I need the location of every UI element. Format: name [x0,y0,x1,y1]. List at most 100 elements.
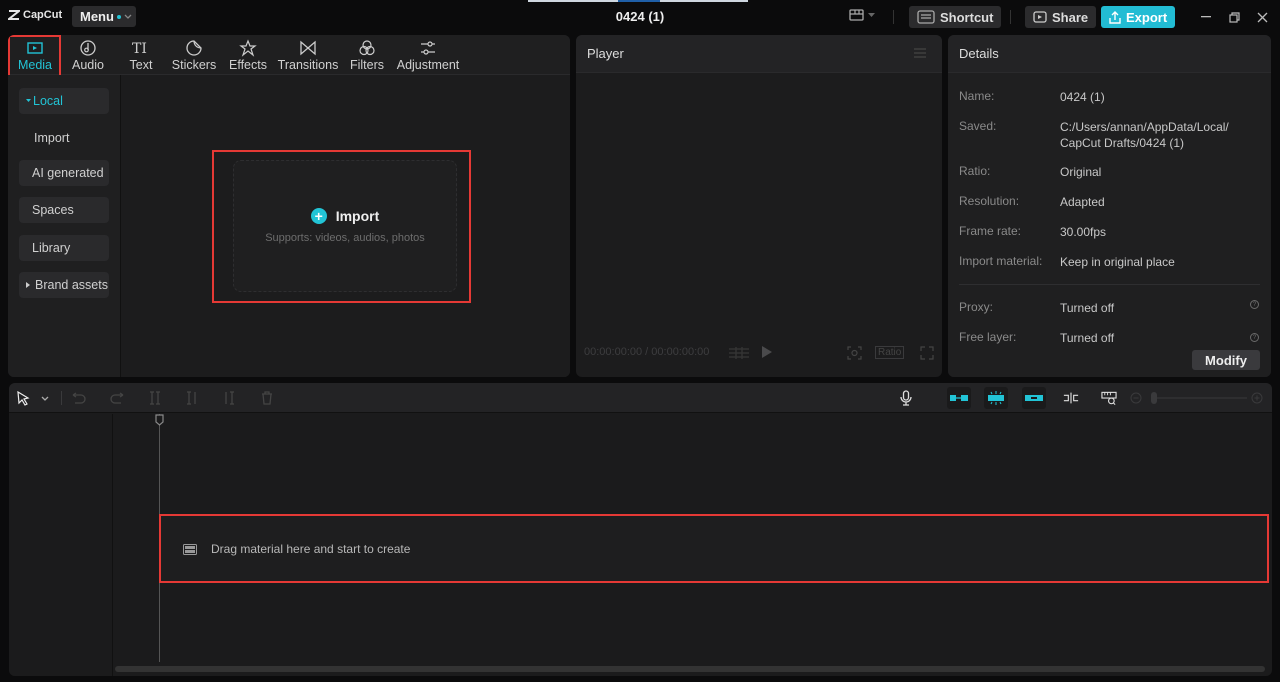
restore-button[interactable] [1226,9,1242,25]
detail-resolution: Resolution: Adapted [959,194,1105,210]
fullscreen-icon[interactable] [920,346,934,360]
tab-audio[interactable]: Audio [66,37,110,73]
select-tool-dropdown[interactable] [37,390,53,406]
sidebar-item-import[interactable]: Import [19,125,109,151]
film-icon [183,543,197,555]
zoom-slider-handle[interactable] [1151,392,1157,404]
restore-icon [1228,11,1240,23]
import-button[interactable]: + Import [310,208,380,224]
sidebar-item-ai-generated[interactable]: AI generated [19,160,109,186]
title-indicator-accent [618,0,660,2]
saved-path-line2: CapCut Drafts/0424 (1) [1060,136,1185,150]
detail-saved: Saved: C:/Users/annan/AppData/Local/CapC… [959,119,1229,151]
modify-label: Modify [1205,352,1247,368]
redo-button[interactable] [109,390,125,406]
menu-button[interactable]: Menu [72,6,136,27]
grid-icon[interactable] [729,347,749,359]
sidebar-item-brand-assets[interactable]: Brand assets [19,272,109,298]
delete-right-button[interactable] [221,390,237,406]
modify-button[interactable]: Modify [1192,350,1260,370]
tab-adjustment[interactable]: Adjustment [396,37,460,73]
detail-label: Import material: [959,254,1043,268]
auto-snap-toggle[interactable] [984,387,1008,409]
project-title: 0424 (1) [615,9,665,24]
effects-icon [239,38,257,57]
ruler-search-icon [1101,391,1117,405]
import-dropzone[interactable]: + Import Supports: videos, audios, photo… [233,160,457,292]
split-button[interactable] [147,390,163,406]
main-track-magnet-toggle[interactable] [947,387,971,409]
media-sidebar: Local Import AI generated Spaces Library… [8,75,121,377]
svg-text:TI: TI [132,41,147,57]
zoom-fit-icon[interactable] [847,346,862,360]
track-header-column [9,414,113,676]
zoom-timeline-button[interactable] [1101,390,1117,406]
timeline-toolbar [9,383,1272,413]
tab-media[interactable]: Media [10,37,60,73]
adjustment-icon [421,40,435,55]
sidebar-item-label: Library [32,241,71,255]
tab-effects[interactable]: Effects [226,37,270,73]
detail-value: 30.00fps [1060,225,1107,239]
app-name: CapCut [23,9,63,21]
detail-value: Original [1060,165,1102,179]
detail-label: Proxy: [959,300,994,314]
link-clips-icon [1025,395,1043,401]
horizontal-scrollbar[interactable] [115,666,1265,672]
detail-free-layer: Free layer: Turned off [959,330,1114,346]
export-label: Export [1126,9,1168,25]
detail-value: Keep in original place [1060,255,1175,269]
split-icon [150,391,160,405]
help-icon[interactable]: ? [1250,333,1259,342]
zoom-out-button[interactable] [1128,390,1144,406]
main-track-dropzone[interactable]: Drag material here and start to create [161,516,1268,582]
export-button[interactable]: Export [1101,6,1176,28]
tab-label: Filters [349,57,385,72]
tab-label: Adjustment [396,57,460,72]
play-icon[interactable] [762,346,772,358]
caret-right-icon [26,282,30,288]
sidebar-item-library[interactable]: Library [19,235,109,261]
menu-icon[interactable] [914,48,926,58]
text-icon: TI [132,41,147,57]
details-header: Details [948,35,1271,73]
select-tool-button[interactable] [15,390,31,406]
close-icon [1257,12,1267,22]
zoom-in-button[interactable] [1249,390,1265,406]
detail-name: Name: 0424 (1) [959,89,1105,105]
import-label: Import [335,208,380,224]
playhead-handle-icon[interactable] [155,414,164,426]
help-icon[interactable]: ? [1250,300,1259,309]
layout-button[interactable] [849,9,875,21]
sidebar-item-label: AI generated [32,166,104,180]
ratio-button[interactable]: Ratio [875,346,905,359]
media-icon [27,41,43,54]
zoom-slider[interactable] [1151,392,1247,404]
tab-filters[interactable]: Filters [348,37,386,73]
upload-icon [1109,10,1121,24]
preview-axis-button[interactable] [1063,390,1079,406]
tab-label: Audio [72,57,104,72]
close-button[interactable] [1254,9,1270,25]
delete-button[interactable] [259,390,275,406]
detail-frame-rate: Frame rate: 30.00fps [959,224,1106,240]
undo-button[interactable] [71,390,87,406]
minimize-button[interactable] [1198,9,1214,25]
share-icon [1033,10,1047,23]
share-button[interactable]: Share [1025,6,1097,28]
detail-proxy: Proxy: Turned off [959,300,1114,316]
ratio-label: Ratio [878,347,902,358]
tab-transitions[interactable]: Transitions [278,37,338,73]
details-title: Details [959,46,999,61]
sidebar-item-local[interactable]: Local [19,88,109,114]
playhead[interactable] [159,414,160,662]
delete-left-button[interactable] [184,390,200,406]
tab-text[interactable]: TI Text [120,37,162,73]
sidebar-item-label: Spaces [32,203,74,217]
shortcut-button[interactable]: Shortcut [909,6,1002,28]
tab-stickers[interactable]: Stickers [170,37,218,73]
sidebar-item-label: Import [34,131,70,145]
sidebar-item-spaces[interactable]: Spaces [19,197,109,223]
record-voice-button[interactable] [898,390,914,406]
linkage-toggle[interactable] [1022,387,1046,409]
